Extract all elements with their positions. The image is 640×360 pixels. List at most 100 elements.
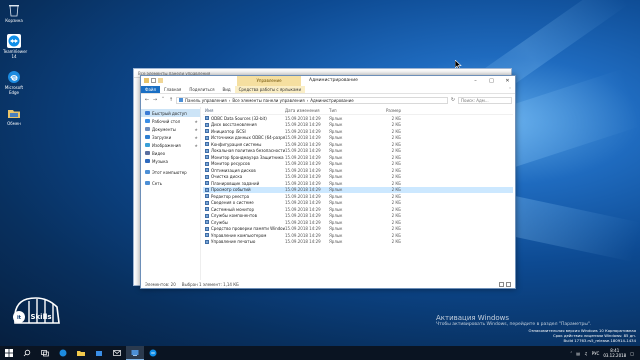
recent-locations-button[interactable]: ˅ <box>160 97 166 104</box>
forward-button[interactable]: → <box>152 97 158 104</box>
file-type: Ярлык <box>329 213 343 219</box>
large-icons-view-icon[interactable] <box>506 281 511 287</box>
mail-icon[interactable] <box>108 346 126 360</box>
file-name-cell: Локальная политика безопасности <box>203 148 285 153</box>
tab-share[interactable]: Поделиться <box>185 86 218 93</box>
tab-view[interactable]: Вид <box>218 86 234 93</box>
task-view-icon[interactable] <box>36 346 54 360</box>
control-panel-icon[interactable] <box>126 346 144 360</box>
title-bar[interactable]: Управление Администрирование – □ ✕ <box>141 76 515 86</box>
column-header-size[interactable]: Размер <box>371 108 401 113</box>
nav-item[interactable]: Рабочий стол ★ <box>141 117 200 125</box>
star-icon <box>145 111 150 115</box>
shortcut-icon <box>205 161 209 166</box>
pin-icon[interactable]: ★ <box>194 127 198 132</box>
file-name-cell: Очистка диска <box>203 174 285 179</box>
file-size: 2 КБ <box>391 232 401 238</box>
nav-item[interactable]: Быстрый доступ <box>141 109 200 117</box>
file-type: Ярлык <box>329 167 343 173</box>
start-icon[interactable] <box>0 346 18 360</box>
shortcut-icon <box>205 213 209 218</box>
column-header-name[interactable]: Имя <box>203 108 285 113</box>
pin-icon[interactable]: ★ <box>194 119 198 124</box>
desktop-icon-recycle-bin[interactable]: Корзина <box>3 3 25 23</box>
column-header-date[interactable]: Дата изменения <box>285 108 329 113</box>
refresh-button[interactable]: ↻ <box>450 97 456 104</box>
file-name-cell: Управление печатью <box>203 239 285 244</box>
explorer-window[interactable]: Управление Администрирование – □ ✕ Файл … <box>140 75 516 289</box>
file-name-cell: Диск восстановления <box>203 122 285 127</box>
close-button[interactable]: ✕ <box>500 76 515 86</box>
file-size: 2 КБ <box>391 226 401 232</box>
tab-shortcut-tools[interactable]: Средства работы с ярлыками <box>234 86 306 93</box>
breadcrumb-item[interactable]: Панель управления <box>185 98 227 103</box>
nav-item[interactable]: Видео <box>141 149 200 157</box>
file-date: 15.09.2018 14:29 <box>285 180 321 186</box>
desktop-icon-teamviewer[interactable]: TeamViewer 14 <box>3 34 27 59</box>
nav-item-label: Документы <box>152 126 176 132</box>
file-date: 15.09.2018 14:29 <box>285 239 321 245</box>
tab-home[interactable]: Главная <box>160 86 185 93</box>
edge-icon[interactable] <box>54 346 72 360</box>
search-icon[interactable] <box>18 346 36 360</box>
breadcrumb-item[interactable]: Все элементы панели управления <box>232 98 304 103</box>
file-date: 15.09.2018 14:29 <box>285 232 321 238</box>
file-type: Ярлык <box>329 187 343 193</box>
address-bar[interactable]: Панель управления › Все элементы панели … <box>176 96 448 104</box>
new-folder-icon[interactable] <box>158 78 163 83</box>
file-size: 2 КБ <box>391 219 401 225</box>
file-name-cell: Службы <box>203 220 285 225</box>
teamviewer-icon[interactable] <box>144 346 162 360</box>
nav-item[interactable]: Музыка <box>141 157 200 165</box>
notifications-icon[interactable]: □ <box>630 351 634 356</box>
minimize-button[interactable]: – <box>468 76 483 86</box>
file-size: 2 КБ <box>391 206 401 212</box>
chevron-up-icon[interactable]: ˄ <box>570 351 572 356</box>
column-header-type[interactable]: Тип <box>329 108 371 113</box>
back-button[interactable]: ← <box>144 97 150 104</box>
quick-access-toolbar <box>144 78 163 84</box>
pin-icon[interactable]: ★ <box>194 135 198 140</box>
network-icon[interactable]: ▤ <box>576 351 580 356</box>
ribbon-expand-icon[interactable]: ˅ <box>505 86 515 93</box>
shortcut-icon <box>205 148 209 153</box>
store-icon[interactable] <box>90 346 108 360</box>
desktop-icon-label: Microsoft Edge <box>4 85 24 95</box>
volume-icon[interactable]: ♫ <box>584 351 588 356</box>
nav-item[interactable]: Сеть <box>141 179 200 187</box>
desktop-icon-edge[interactable]: Microsoft Edge <box>3 70 25 95</box>
file-name-cell: Редактор реестра <box>203 194 285 199</box>
up-button[interactable]: ↑ <box>168 97 174 104</box>
search-input[interactable]: Поиск: Адм... <box>458 96 512 104</box>
file-date: 15.09.2018 14:29 <box>285 161 321 167</box>
file-size: 2 КБ <box>391 135 401 141</box>
file-date: 15.09.2018 14:29 <box>285 213 321 219</box>
nav-item[interactable]: Изображения ★ <box>141 141 200 149</box>
details-view-icon[interactable] <box>499 281 504 287</box>
nav-item-label: Загрузки <box>152 134 172 140</box>
desktop-icon-obmen[interactable]: Обмен <box>3 106 25 126</box>
pin-icon[interactable]: ★ <box>194 143 198 148</box>
file-row[interactable]: Управление печатью 15.09.2018 14:29 Ярлык 2… <box>203 239 513 246</box>
pictures-icon <box>145 143 150 147</box>
desktop-icon <box>145 119 150 123</box>
explorer-icon[interactable] <box>72 346 90 360</box>
nav-item[interactable]: Этот компьютер <box>141 168 200 176</box>
file-date: 15.09.2018 14:29 <box>285 141 321 147</box>
nav-item[interactable]: Документы ★ <box>141 125 200 133</box>
properties-icon[interactable] <box>151 78 156 83</box>
language-indicator[interactable]: РУС <box>592 351 600 356</box>
clock[interactable]: 8:41 03.12.2018 <box>603 348 626 358</box>
nav-item[interactable]: Загрузки ★ <box>141 133 200 141</box>
downloads-icon <box>145 135 150 139</box>
ribbon-tabs: Файл Главная Поделиться Вид Средства раб… <box>141 86 515 94</box>
video-icon <box>145 151 150 155</box>
build-info: Ознакомительная версия Windows 10 Корпор… <box>529 328 636 343</box>
tab-file[interactable]: Файл <box>141 86 161 93</box>
maximize-button[interactable]: □ <box>484 76 499 86</box>
file-name: Оптимизация дисков <box>211 167 256 173</box>
shortcut-icon <box>205 142 209 147</box>
breadcrumb-item[interactable]: Администрирование <box>310 98 353 103</box>
file-name: Диск восстановления <box>211 122 257 128</box>
folder-icon <box>7 106 21 120</box>
